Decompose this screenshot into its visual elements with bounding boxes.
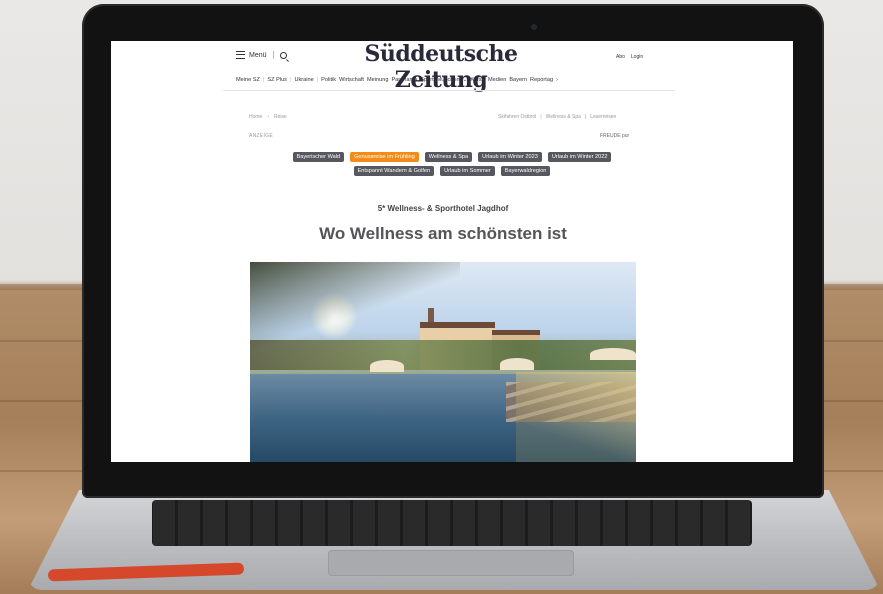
nav-item-sport[interactable]: Sport (420, 77, 433, 83)
breadcrumb-separator: › (267, 114, 270, 120)
palm-leaves (250, 262, 460, 352)
tag-genussreise[interactable]: Genussreise im Frühling (350, 152, 419, 162)
sponsor-label: FREUDE pur (600, 133, 630, 139)
nav-item-medien[interactable]: Medien (488, 77, 506, 83)
divider: | (540, 114, 542, 120)
account-links: Abo Login (616, 54, 643, 60)
menu-button[interactable]: Menü (236, 51, 287, 59)
divider: | (316, 77, 319, 83)
nav-item-panorama[interactable]: Panorama (391, 77, 417, 83)
divider: | (289, 77, 292, 83)
nav-item-reportage[interactable]: Reportag (530, 77, 553, 83)
browser-screen: Menü Süddeutsche Zeitung Abo Login Meine… (111, 41, 793, 462)
site-logo[interactable]: Süddeutsche Zeitung (341, 41, 541, 93)
divider: | (262, 77, 265, 83)
tag-wellness-spa[interactable]: Wellness & Spa (424, 152, 473, 162)
nav-item-muenchen[interactable]: München (437, 77, 460, 83)
article-kicker: 5* Wellness- & Sporthotel Jagdhof (377, 204, 509, 213)
nav-divider (223, 90, 675, 91)
chevron-right-icon[interactable]: › (556, 77, 558, 83)
laptop-keyboard (152, 500, 752, 546)
breadcrumb: Home › Reise (249, 114, 287, 120)
tag-bayerwaldregion[interactable]: Bayerwaldregion (500, 166, 551, 176)
tag-winter-2023[interactable]: Urlaub im Winter 2023 (478, 152, 542, 162)
nav-item-wirtschaft[interactable]: Wirtschaft (339, 77, 364, 83)
nav-item-ukraine[interactable]: Ukraine (294, 77, 313, 83)
parasol (590, 348, 636, 360)
chevron-down-icon[interactable]: ⌄ (463, 77, 468, 83)
parasol (370, 360, 404, 372)
tag-bayerischer-wald[interactable]: Bayerischer Wald (292, 152, 345, 162)
abo-link[interactable]: Abo (616, 54, 625, 60)
ornamental-grass (516, 372, 636, 462)
menu-label: Menü (249, 51, 267, 59)
tag-sommer[interactable]: Urlaub im Sommer (440, 166, 495, 176)
login-link[interactable]: Login (631, 54, 643, 60)
laptop-trackpad (328, 550, 574, 576)
hamburger-icon (236, 51, 245, 59)
ad-label: ANZEIGE (249, 133, 274, 139)
main-nav: Meine SZ | SZ Plus | Ukraine | Politik W… (236, 77, 648, 83)
parasol (500, 358, 534, 370)
partner-link-skifahren[interactable]: Skifahren Osttirol (498, 114, 536, 120)
tag-winter-2022[interactable]: Urlaub im Winter 2022 (547, 152, 612, 162)
tag-wandern-golfen[interactable]: Entspannt Wandern & Golfen (353, 166, 435, 176)
nav-item-meinung[interactable]: Meinung (367, 77, 388, 83)
search-icon[interactable] (279, 51, 287, 59)
partner-links: Skifahren Osttirol | Wellness & Spa | Le… (498, 114, 616, 120)
partner-link-leserreisen[interactable]: Leserreisen (590, 114, 616, 120)
topic-tags: Bayerischer Wald Genussreise im Frühling… (289, 152, 615, 176)
breadcrumb-home[interactable]: Home (249, 114, 262, 120)
partner-link-wellness[interactable]: Wellness & Spa (546, 114, 581, 120)
divider: | (584, 114, 587, 120)
nav-item-kultur[interactable]: Kultur (470, 77, 485, 83)
nav-item-bayern[interactable]: Bayern (509, 77, 527, 83)
breadcrumb-reise[interactable]: Reise (274, 114, 287, 120)
divider (272, 51, 274, 59)
nav-item-sz-plus[interactable]: SZ Plus (267, 77, 287, 83)
webcam-icon (531, 24, 537, 30)
nav-item-meine-sz[interactable]: Meine SZ (236, 77, 260, 83)
hero-image[interactable] (250, 262, 636, 462)
nav-item-politik[interactable]: Politik (321, 77, 336, 83)
article-headline: Wo Wellness am schönsten ist (319, 224, 567, 243)
